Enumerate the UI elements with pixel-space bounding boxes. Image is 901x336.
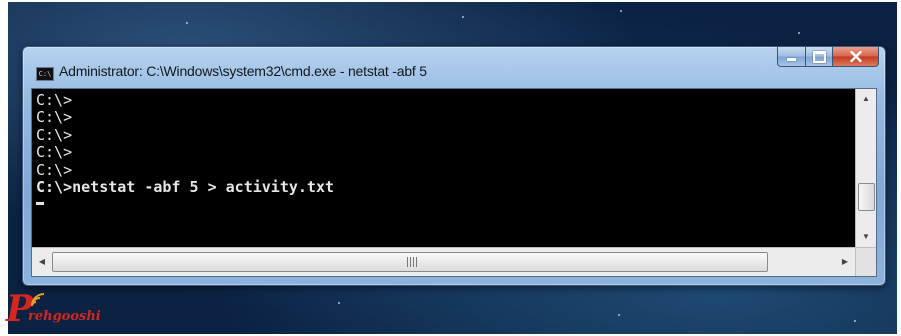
console-line: C:\> [36, 125, 73, 144]
title-bar[interactable]: C:\ Administrator: C:\Windows\system32\c… [23, 47, 885, 87]
site-watermark-logo: P rehgooshi [6, 289, 136, 331]
star [338, 302, 340, 304]
console-line: C:\> [36, 160, 73, 179]
scroll-up-arrow-icon[interactable]: ▲ [856, 91, 876, 107]
close-icon [849, 51, 862, 62]
window-controls [777, 47, 879, 67]
horizontal-scroll-thumb[interactable] [52, 252, 768, 272]
watermark-text: rehgooshi [28, 309, 101, 324]
maximize-button[interactable] [806, 47, 833, 67]
scrollbar-corner [855, 247, 876, 276]
star [186, 22, 188, 24]
console-line: C:\> [36, 91, 73, 109]
star [798, 32, 800, 34]
vertical-scroll-thumb[interactable] [858, 183, 875, 211]
minimize-button[interactable] [777, 47, 806, 67]
scroll-grip-icon [407, 257, 417, 267]
console-output[interactable]: C:\> C:\> C:\> C:\> C:\> C:\>netstat -ab… [32, 89, 855, 247]
star [618, 314, 620, 316]
vertical-scrollbar[interactable]: ▲ ▼ [855, 89, 876, 247]
star [854, 320, 856, 322]
horizontal-scrollbar[interactable]: ◀ ▶ [32, 247, 855, 276]
scroll-left-arrow-icon[interactable]: ◀ [33, 248, 51, 276]
window-title: Administrator: C:\Windows\system32\cmd.e… [59, 63, 427, 79]
cmd-app-icon[interactable]: C:\ [36, 67, 54, 81]
text-cursor [36, 202, 44, 206]
console-frame: C:\> C:\> C:\> C:\> C:\> C:\>netstat -ab… [31, 88, 877, 277]
signal-waves-icon [31, 293, 45, 307]
minimize-icon [787, 58, 796, 61]
star [462, 16, 464, 18]
scroll-right-arrow-icon[interactable]: ▶ [836, 248, 854, 276]
scroll-down-arrow-icon[interactable]: ▼ [856, 229, 876, 245]
console-command-line: C:\>netstat -abf 5 > activity.txt [36, 177, 335, 196]
cmd-window[interactable]: C:\ Administrator: C:\Windows\system32\c… [22, 46, 886, 286]
star [620, 10, 622, 12]
close-button[interactable] [833, 47, 879, 67]
console-line: C:\> [36, 143, 73, 162]
maximize-icon [812, 50, 826, 63]
console-line: C:\> [36, 108, 73, 127]
